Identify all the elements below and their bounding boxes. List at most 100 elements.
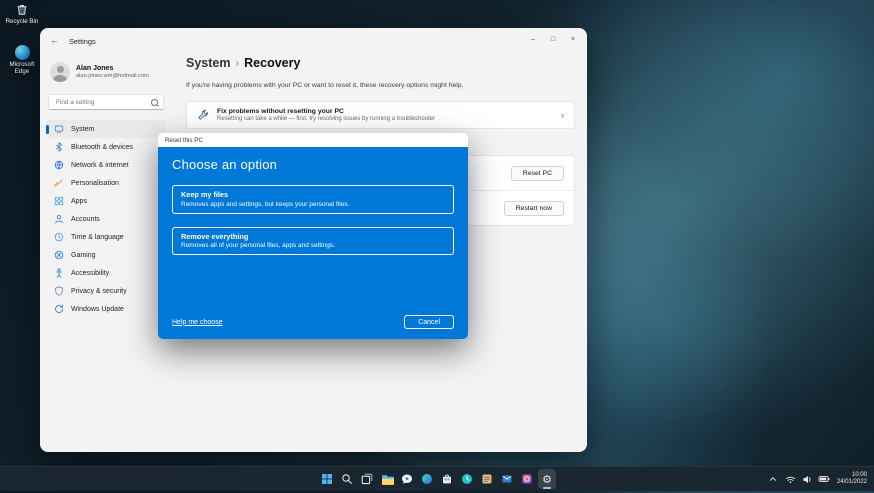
dialog-title: Reset this PC bbox=[165, 137, 203, 144]
sidebar-item-label: Accessibility bbox=[71, 270, 109, 277]
back-button[interactable]: ← bbox=[50, 36, 59, 45]
help-me-choose-link[interactable]: Help me choose bbox=[172, 319, 223, 326]
clock-app-icon[interactable] bbox=[458, 469, 476, 489]
globe-icon bbox=[54, 160, 64, 170]
window-controls: – □ × bbox=[523, 32, 583, 46]
update-icon bbox=[54, 304, 64, 314]
sidebar-item-label: Gaming bbox=[71, 252, 96, 259]
system-icon bbox=[54, 124, 64, 134]
person-icon bbox=[54, 214, 64, 224]
option-remove-everything[interactable]: Remove everything Removes all of your pe… bbox=[172, 227, 454, 256]
search-input[interactable] bbox=[54, 98, 151, 107]
sidebar-item-label: Windows Update bbox=[71, 306, 124, 313]
bluetooth-icon bbox=[54, 142, 64, 152]
xbox-icon bbox=[54, 250, 64, 260]
fix-problems-card[interactable]: Fix problems without resetting your PC R… bbox=[186, 101, 575, 129]
reset-pc-button[interactable]: Reset PC bbox=[511, 166, 564, 181]
breadcrumb: System › Recovery bbox=[186, 56, 575, 70]
dialog-footer: Help me choose Cancel bbox=[172, 315, 454, 329]
edge-icon bbox=[14, 44, 30, 60]
clock-icon bbox=[54, 232, 64, 242]
sidebar-item-label: Apps bbox=[71, 198, 87, 205]
option-description: Removes all of your personal files, apps… bbox=[181, 242, 445, 249]
desktop-icon-label: Microsoft Edge bbox=[2, 61, 42, 75]
sidebar-item-label: Bluetooth & devices bbox=[71, 144, 133, 151]
desktop-icon-microsoft-edge[interactable]: Microsoft Edge bbox=[2, 44, 42, 75]
desktop-icon-label: Recycle Bin bbox=[6, 18, 39, 25]
search-icon[interactable] bbox=[338, 469, 356, 489]
card-title: Fix problems without resetting your PC bbox=[217, 108, 553, 115]
avatar bbox=[50, 62, 70, 82]
brush-icon bbox=[54, 178, 64, 188]
apps-grid-icon bbox=[54, 196, 64, 206]
sidebar-item-accounts[interactable]: Accounts bbox=[46, 210, 166, 228]
page-description: If you're having problems with your PC o… bbox=[186, 82, 575, 89]
system-tray: 10:00 24/01/2022 bbox=[767, 467, 869, 491]
file-explorer-icon[interactable] bbox=[378, 469, 396, 489]
mail-app-icon[interactable] bbox=[498, 469, 516, 489]
taskbar-icons: ⚙ bbox=[318, 467, 556, 491]
store-icon[interactable] bbox=[438, 469, 456, 489]
start-button[interactable] bbox=[318, 469, 336, 489]
sidebar-item-label: Time & language bbox=[71, 234, 124, 241]
volume-icon[interactable] bbox=[801, 471, 814, 487]
restart-now-button[interactable]: Restart now bbox=[504, 201, 564, 216]
dialog-titlebar: Reset this PC bbox=[158, 133, 468, 147]
option-keep-my-files[interactable]: Keep my files Removes apps and settings,… bbox=[172, 185, 454, 214]
chevron-right-icon: › bbox=[561, 110, 564, 120]
sidebar-item-apps[interactable]: Apps bbox=[46, 192, 166, 210]
battery-icon[interactable] bbox=[818, 471, 831, 487]
profile-name: Alan Jones bbox=[76, 65, 149, 73]
option-title: Remove everything bbox=[181, 232, 445, 241]
profile-email: alan.jones.wm@hotmail.com bbox=[76, 73, 149, 80]
sidebar-item-label: Accounts bbox=[71, 216, 100, 223]
option-description: Removes apps and settings, but keeps you… bbox=[181, 201, 445, 208]
desktop-icon-recycle-bin[interactable]: Recycle Bin bbox=[2, 1, 42, 25]
chat-icon[interactable] bbox=[398, 469, 416, 489]
chevron-right-icon: › bbox=[235, 58, 239, 70]
taskbar: ⚙ 10:00 24/01/2022 bbox=[0, 466, 874, 491]
sidebar-item-bluetooth-devices[interactable]: Bluetooth & devices bbox=[46, 138, 166, 156]
photos-app-icon[interactable] bbox=[518, 469, 536, 489]
sidebar-item-accessibility[interactable]: Accessibility bbox=[46, 264, 166, 282]
settings-icon[interactable]: ⚙ bbox=[538, 469, 556, 489]
wifi-icon[interactable] bbox=[784, 471, 797, 487]
maximize-button[interactable]: □ bbox=[543, 32, 563, 46]
user-profile[interactable]: Alan Jones alan.jones.wm@hotmail.com bbox=[50, 62, 162, 82]
sidebar-item-label: System bbox=[71, 126, 94, 133]
sidebar-item-system[interactable]: System bbox=[46, 120, 166, 138]
accessibility-icon bbox=[54, 268, 64, 278]
clock[interactable]: 10:00 24/01/2022 bbox=[835, 472, 869, 486]
tray-date: 24/01/2022 bbox=[837, 479, 867, 486]
minimize-button[interactable]: – bbox=[523, 32, 543, 46]
reset-this-pc-dialog: Reset this PC Choose an option Keep my f… bbox=[158, 133, 468, 339]
edge-icon[interactable] bbox=[418, 469, 436, 489]
task-view-icon[interactable] bbox=[358, 469, 376, 489]
sidebar-item-network-internet[interactable]: Network & internet bbox=[46, 156, 166, 174]
close-button[interactable]: × bbox=[563, 32, 583, 46]
dialog-body: Choose an option Keep my files Removes a… bbox=[158, 147, 468, 339]
sidebar-item-label: Privacy & security bbox=[71, 288, 127, 295]
tray-time: 10:00 bbox=[837, 472, 867, 479]
sidebar-item-gaming[interactable]: Gaming bbox=[46, 246, 166, 264]
sidebar-item-windows-update[interactable]: Windows Update bbox=[46, 300, 166, 318]
recycle-bin-icon bbox=[14, 1, 30, 17]
sidebar-item-time-language[interactable]: Time & language bbox=[46, 228, 166, 246]
notes-app-icon[interactable] bbox=[478, 469, 496, 489]
option-title: Keep my files bbox=[181, 190, 445, 199]
breadcrumb-system[interactable]: System bbox=[186, 56, 230, 70]
card-subtitle: Resetting can take a while — first, try … bbox=[217, 116, 553, 122]
settings-search[interactable] bbox=[48, 94, 164, 110]
sidebar-item-personalisation[interactable]: Personalisation bbox=[46, 174, 166, 192]
sidebar-item-privacy-security[interactable]: Privacy & security bbox=[46, 282, 166, 300]
chevron-up-icon[interactable] bbox=[767, 471, 780, 487]
page-title: Recovery bbox=[244, 56, 300, 70]
sidebar-item-label: Network & internet bbox=[71, 162, 129, 169]
cancel-button[interactable]: Cancel bbox=[404, 315, 454, 329]
dialog-heading: Choose an option bbox=[172, 157, 454, 172]
shield-icon bbox=[54, 286, 64, 296]
troubleshoot-icon bbox=[197, 109, 209, 121]
settings-sidebar: Alan Jones alan.jones.wm@hotmail.com Sys… bbox=[40, 52, 172, 452]
search-icon bbox=[151, 99, 158, 106]
gear-icon: ⚙ bbox=[542, 474, 552, 485]
